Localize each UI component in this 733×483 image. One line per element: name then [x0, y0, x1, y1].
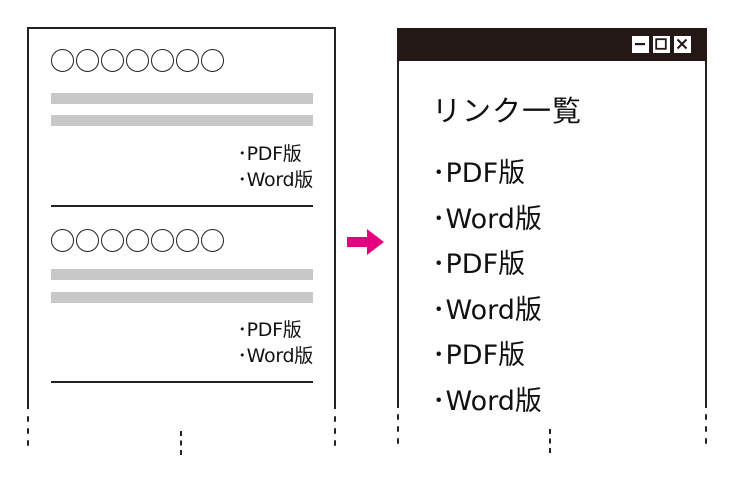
document-section: ･PDF版 ･Word版	[51, 229, 313, 389]
window-right-edge	[705, 61, 707, 408]
continuation-dash	[705, 414, 707, 420]
link-list-window: リンク一覧 ･PDF版 ･Word版 ･PDF版 ･Word版 ･PDF版 ･W…	[397, 28, 707, 455]
close-icon	[676, 38, 688, 50]
close-button[interactable]	[673, 35, 692, 54]
continuation-dash	[334, 428, 336, 434]
continuation-dash	[27, 416, 29, 422]
document-link-list: ･PDF版 ･Word版	[237, 141, 313, 193]
continuation-dash	[397, 426, 399, 432]
word-link[interactable]: ･Word版	[237, 343, 313, 369]
right-arrow-icon	[347, 229, 384, 255]
window-left-edge	[397, 61, 399, 408]
heading-placeholder-circles	[51, 49, 224, 72]
continuation-dash	[397, 438, 399, 444]
text-placeholder-bar	[51, 115, 313, 126]
placeholder-circle	[76, 49, 99, 72]
window-link-list: ･PDF版 ･Word版 ･PDF版 ･Word版 ･PDF版 ･Word版	[432, 151, 542, 424]
pdf-link[interactable]: ･PDF版	[432, 151, 542, 197]
window-title: リンク一覧	[432, 94, 583, 128]
placeholder-circle	[151, 229, 174, 252]
text-placeholder-bar	[51, 93, 313, 104]
pdf-link[interactable]: ･PDF版	[432, 242, 542, 288]
word-link[interactable]: ･Word版	[237, 167, 313, 193]
continuation-dash	[705, 438, 707, 444]
section-divider	[51, 381, 313, 383]
document-link-list: ･PDF版 ･Word版	[237, 317, 313, 369]
document-left-edge	[27, 29, 29, 409]
vertical-ellipsis-icon	[180, 431, 182, 455]
text-placeholder-bar	[51, 269, 313, 280]
pdf-link[interactable]: ･PDF版	[237, 141, 313, 167]
maximize-button[interactable]	[652, 35, 671, 54]
continuation-dash	[27, 428, 29, 434]
word-link[interactable]: ･Word版	[432, 379, 542, 425]
minimize-icon	[635, 43, 645, 46]
document-section: ･PDF版 ･Word版	[51, 49, 313, 209]
heading-placeholder-circles	[51, 229, 224, 252]
placeholder-circle	[51, 49, 74, 72]
text-placeholder-bar	[51, 292, 313, 303]
document-page: ･PDF版 ･Word版 ･PDF版 ･Word版	[27, 27, 336, 455]
continuation-dash	[397, 414, 399, 420]
pdf-link[interactable]: ･PDF版	[432, 333, 542, 379]
placeholder-circle	[151, 49, 174, 72]
continuation-dash	[27, 440, 29, 446]
minimize-button[interactable]	[631, 35, 650, 54]
window-titlebar	[397, 28, 707, 61]
placeholder-circle	[201, 49, 224, 72]
word-link[interactable]: ･Word版	[432, 197, 542, 243]
continuation-dash	[334, 416, 336, 422]
placeholder-circle	[76, 229, 99, 252]
continuation-dash	[705, 426, 707, 432]
word-link[interactable]: ･Word版	[432, 288, 542, 334]
placeholder-circle	[176, 229, 199, 252]
maximize-icon	[655, 38, 667, 50]
placeholder-circle	[126, 229, 149, 252]
continuation-dash	[334, 440, 336, 446]
pdf-link[interactable]: ･PDF版	[237, 317, 313, 343]
placeholder-circle	[126, 49, 149, 72]
section-divider	[51, 205, 313, 207]
placeholder-circle	[201, 229, 224, 252]
placeholder-circle	[101, 229, 124, 252]
placeholder-circle	[51, 229, 74, 252]
placeholder-circle	[176, 49, 199, 72]
vertical-ellipsis-icon	[549, 429, 551, 453]
document-right-edge	[334, 29, 336, 409]
placeholder-circle	[101, 49, 124, 72]
